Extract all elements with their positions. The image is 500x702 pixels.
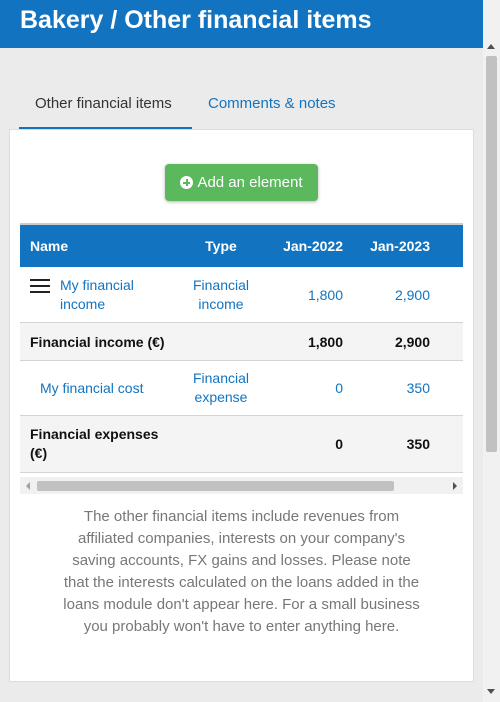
row-type-link[interactable]: Financial income — [175, 267, 267, 322]
row-name-link[interactable]: My financial cost — [30, 361, 190, 415]
info-text: The other financial items include revenu… — [63, 508, 420, 635]
column-header-name: Name — [30, 238, 69, 254]
column-header-jan-2022: Jan-2022 — [283, 238, 343, 254]
row-type-link[interactable]: Financial expense — [175, 361, 267, 415]
subtotal-jan-2022: 0 — [335, 436, 343, 452]
horizontal-scroll-thumb[interactable] — [37, 481, 394, 491]
tab-comments-notes[interactable]: Comments & notes — [192, 84, 352, 130]
vertical-scroll-thumb[interactable] — [486, 56, 497, 452]
column-header-type: Type — [205, 238, 237, 254]
page-title: Bakery / Other financial items — [0, 0, 483, 48]
scroll-right-arrow-icon[interactable] — [453, 482, 457, 490]
table-row-subtotal: Financial income (€) 1,800 2,900 — [20, 323, 463, 361]
scroll-left-arrow-icon[interactable] — [26, 482, 30, 490]
scroll-down-arrow-icon[interactable] — [487, 689, 495, 694]
table-row: My financial cost Financial expense 0 35… — [20, 361, 463, 416]
subtotal-jan-2023: 2,900 — [394, 333, 430, 350]
subtotal-jan-2022: 1,800 — [307, 333, 343, 350]
financial-items-table: Name Type Jan-2022 Jan-2023 My financial… — [20, 223, 463, 475]
row-value-jan-2022[interactable]: 0 — [270, 361, 343, 415]
row-name-cell: My financial income — [30, 267, 180, 322]
tab-other-financial-items[interactable]: Other financial items — [19, 84, 192, 130]
row-value-jan-2023[interactable]: 2,900 — [350, 267, 430, 322]
scroll-up-arrow-icon[interactable] — [487, 44, 495, 49]
menu-icon[interactable] — [30, 279, 50, 295]
row-name-link[interactable]: My financial income — [60, 276, 180, 314]
add-element-button[interactable]: Add an element — [165, 164, 318, 201]
subtotal-name: Financial income (€) — [30, 333, 165, 350]
table-row: My financial income Financial income 1,8… — [20, 267, 463, 323]
add-element-label: Add an element — [197, 174, 303, 191]
row-value-jan-2023[interactable]: 350 — [350, 361, 430, 415]
vertical-scrollbar[interactable] — [483, 0, 500, 702]
tab-bar: Other financial items Comments & notes — [19, 84, 474, 130]
subtotal-name: Financial expenses (€) — [30, 426, 159, 461]
subtotal-jan-2023: 350 — [406, 436, 430, 452]
table-header-row: Name Type Jan-2022 Jan-2023 — [20, 225, 463, 267]
column-header-jan-2023: Jan-2023 — [370, 238, 430, 254]
table-row-subtotal: Financial expenses (€) 0 350 — [20, 416, 463, 473]
row-value-jan-2022[interactable]: 1,800 — [270, 267, 343, 322]
plus-circle-icon — [180, 176, 194, 189]
horizontal-scrollbar[interactable] — [20, 477, 463, 494]
